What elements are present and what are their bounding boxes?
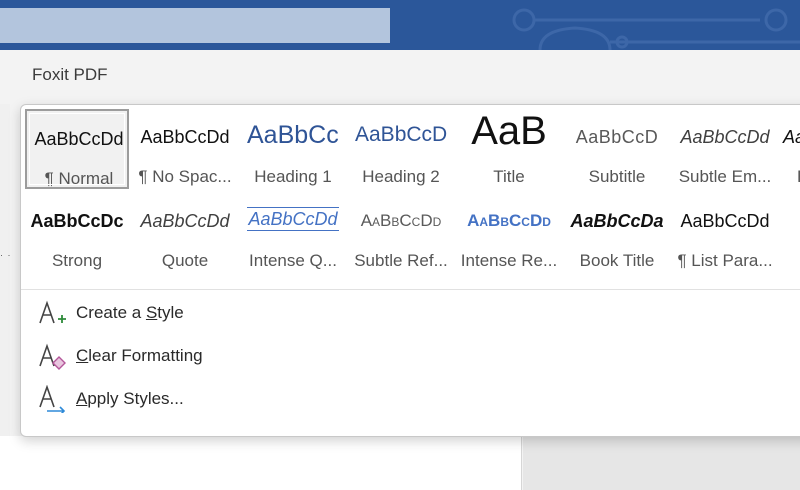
style-strong[interactable]: AaBbCcDc Strong: [25, 193, 129, 273]
style-no-spacing[interactable]: AaBbCcDd ¶ No Spac...: [133, 109, 237, 189]
styles-gallery-panel: AaBbCcDd ¶ Normal AaBbCcDd ¶ No Spac... …: [20, 104, 800, 437]
style-name: Book Title: [579, 251, 655, 270]
style-name: ¶ List Para...: [677, 251, 773, 270]
style-preview: AaBbCc: [247, 121, 339, 149]
clear-formatting-label: Clear Formatting: [76, 346, 203, 365]
style-name: ¶ Normal: [44, 169, 114, 188]
ruler-dots: · ·: [0, 250, 12, 260]
style-preview: AaBbCcDd: [360, 211, 442, 230]
style-name: ¶ No Spac...: [138, 167, 232, 186]
clear-formatting-icon: [39, 343, 66, 370]
style-preview: AaBbCcDd: [467, 211, 551, 230]
ribbon: Foxit PDF: [0, 50, 800, 104]
title-bar: [0, 0, 800, 50]
divider: [21, 289, 800, 290]
style-preview: AaB: [471, 109, 547, 153]
style-intense-reference[interactable]: AaBbCcDd Intense Re...: [457, 193, 561, 273]
document-page[interactable]: [0, 436, 522, 490]
document-background: [523, 436, 800, 490]
style-preview: AaBbCcDd: [680, 211, 770, 231]
style-name: Subtle Em...: [678, 167, 772, 186]
style-name: Intense Re...: [460, 251, 558, 270]
document-left-strip: [0, 104, 10, 490]
style-preview: AaBbCcDd: [140, 211, 230, 231]
style-subtle-reference[interactable]: AaBbCcDd Subtle Ref...: [349, 193, 453, 273]
style-name: Subtle Ref...: [354, 251, 448, 270]
style-intense-quote[interactable]: AaBbCcDd Intense Q...: [241, 193, 345, 273]
circuit-decoration: [512, 8, 800, 50]
style-preview: AaBbCcD: [575, 127, 659, 147]
style-name: Title: [493, 167, 525, 186]
style-name: Intense Q...: [249, 251, 337, 270]
style-preview: AaBbCcDd: [680, 127, 770, 147]
style-heading-2[interactable]: AaBbCcD Heading 2: [349, 109, 453, 189]
style-normal[interactable]: AaBbCcDd ¶ Normal: [25, 109, 129, 189]
style-name: Quote: [161, 251, 209, 270]
style-title[interactable]: AaB Title: [457, 109, 561, 189]
style-list-paragraph[interactable]: AaBbCcDd ¶ List Para...: [673, 193, 777, 273]
apply-styles-item[interactable]: Apply Styles...: [21, 381, 421, 417]
tab-foxit-pdf[interactable]: Foxit PDF: [32, 65, 108, 85]
style-heading-1[interactable]: AaBbCc Heading 1: [241, 109, 345, 189]
style-name: Strong: [51, 251, 103, 270]
style-subtitle[interactable]: AaBbCcD Subtitle: [565, 109, 669, 189]
apply-styles-label: Apply Styles...: [76, 389, 184, 408]
style-name: Subtitle: [588, 167, 646, 186]
create-a-style-label: Create a Style: [76, 303, 184, 322]
style-preview: AaBbCcDc: [30, 211, 124, 231]
style-preview: AaBbCcD: [355, 123, 448, 146]
style-subtle-emphasis[interactable]: AaBbCcDd Subtle Em...: [673, 109, 777, 189]
style-emphasis[interactable]: Aa E: [781, 109, 800, 189]
style-name: E: [781, 167, 800, 187]
clear-formatting-item[interactable]: Clear Formatting: [21, 338, 421, 374]
style-preview: AaBbCcDd: [34, 129, 124, 149]
style-book-title[interactable]: AaBbCcDa Book Title: [565, 193, 669, 273]
style-name: Heading 2: [362, 167, 440, 186]
style-preview: AaBbCcDd: [140, 127, 230, 147]
style-name: Heading 1: [254, 167, 332, 186]
style-preview: AaBbCcDd: [247, 207, 339, 231]
create-style-icon: [39, 300, 66, 324]
style-quote[interactable]: AaBbCcDd Quote: [133, 193, 237, 273]
style-preview: AaBbCcDa: [570, 211, 664, 231]
apply-styles-icon: [39, 385, 66, 413]
style-preview: Aa: [783, 127, 800, 147]
create-a-style-item[interactable]: Create a Style: [21, 295, 421, 331]
